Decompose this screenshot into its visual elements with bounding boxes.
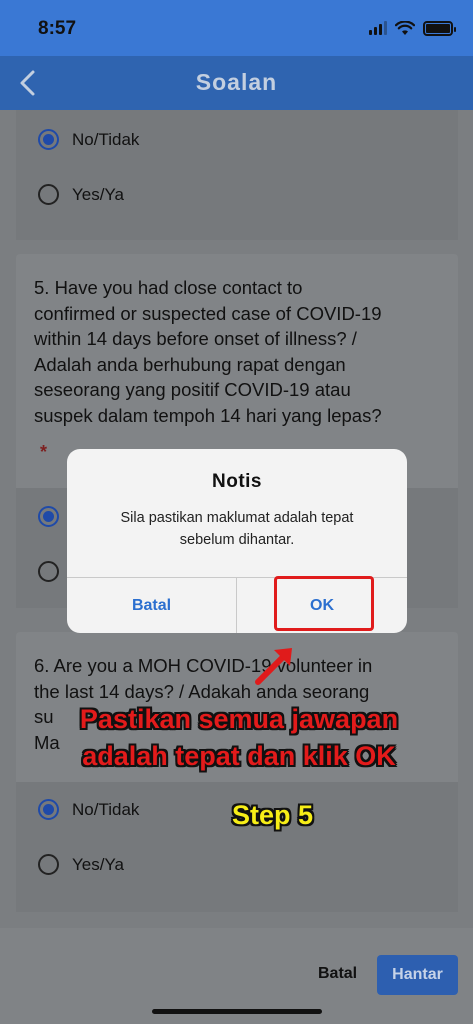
cellular-signal-icon — [369, 21, 387, 35]
submit-button[interactable]: Hantar — [377, 955, 458, 995]
home-indicator[interactable] — [152, 1009, 322, 1014]
q6-option-yes-label[interactable]: Yes/Ya — [72, 855, 124, 875]
ok-highlight-box — [274, 576, 374, 631]
page-title: Soalan — [195, 69, 278, 95]
q6-radio-yes[interactable] — [38, 854, 59, 875]
status-time: 8:57 — [38, 18, 77, 39]
nav-bar: Soalan — [0, 56, 473, 110]
instruction-line-1: Pastikan semua jawapan — [79, 704, 399, 734]
battery-icon — [423, 20, 456, 36]
q6-option-no-label[interactable]: No/Tidak — [72, 800, 139, 820]
q5-radio-yes[interactable] — [38, 561, 59, 582]
status-bar: 8:57 — [0, 0, 473, 56]
q5-question-text: 5. Have you had close contact to confirm… — [34, 277, 382, 426]
q4-radio-yes[interactable] — [38, 184, 59, 205]
q4-radio-no[interactable] — [38, 129, 59, 150]
required-asterisk: * — [40, 442, 48, 462]
q4-option-yes-label[interactable]: Yes/Ya — [72, 185, 124, 205]
pointer-arrow-icon — [255, 648, 292, 685]
status-icons — [369, 20, 456, 36]
dialog-message: Sila pastikan maklumat adalah tepat sebe… — [120, 510, 354, 548]
dialog-cancel-button[interactable]: Batal — [67, 578, 236, 633]
instruction-line-2: adalah tepat dan klik OK — [82, 741, 396, 771]
q4-option-no-label[interactable]: No/Tidak — [72, 130, 139, 150]
dialog-title: Notis — [212, 471, 262, 492]
q6-radio-no[interactable] — [38, 799, 59, 820]
step-label: Step 5 — [232, 800, 314, 830]
q5-radio-no[interactable] — [38, 506, 59, 527]
wifi-icon — [395, 20, 415, 35]
footer-cancel-button[interactable]: Batal — [318, 965, 357, 983]
